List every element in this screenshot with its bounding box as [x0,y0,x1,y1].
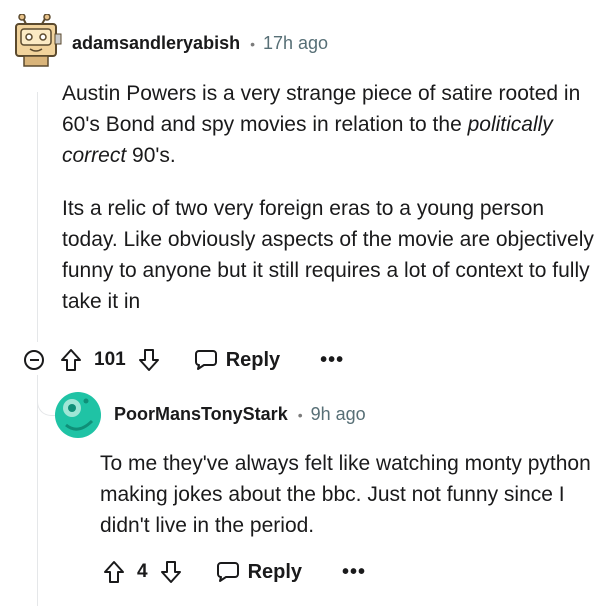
comment-text: 90's. [126,144,176,167]
comment-timestamp[interactable]: 17h ago [263,33,328,54]
vote-controls: 4 [103,560,182,584]
comment-paragraph: Its a relic of two very foreign eras to … [62,197,594,313]
speech-bubble-icon [194,350,217,370]
comment-meta: adamsandleryabish • 17h ago [72,33,328,54]
reply-label: Reply [225,348,281,371]
reply-body: To me they've always felt like watching … [100,448,600,541]
downvote-arrow-icon[interactable] [138,348,160,372]
meta-separator: • [297,406,303,423]
reply-meta: PoorMansTonyStark • 9h ago [114,404,366,425]
robot-avatar-icon [15,14,62,67]
comment-body: Austin Powers is a very strange piece of… [62,78,598,317]
thread-line [37,384,38,606]
default-avatar-icon [55,392,101,438]
avatar[interactable] [54,391,102,439]
reply-username[interactable]: PoorMansTonyStark [114,404,288,425]
comment-paragraph: Austin Powers is a very strange piece of… [62,78,598,171]
reply-button[interactable]: Reply [216,561,302,584]
vote-score: 101 [94,349,126,370]
vote-controls: 101 [60,348,160,372]
upvote-arrow-icon[interactable] [60,348,82,372]
reply-timestamp[interactable]: 9h ago [311,404,366,425]
more-options-button[interactable]: ••• [342,562,366,582]
upvote-arrow-icon[interactable] [103,560,125,584]
minus-icon [29,359,39,361]
speech-bubble-icon [216,562,239,582]
avatar[interactable] [12,14,62,70]
reply-button[interactable]: Reply [194,349,280,372]
comment-username[interactable]: adamsandleryabish [72,33,240,54]
comment-actions: 101 Reply ••• [24,348,344,372]
reply-actions: 4 Reply ••• [103,560,366,584]
more-options-button[interactable]: ••• [320,350,344,370]
vote-score: 4 [137,561,148,582]
meta-separator: • [250,35,255,52]
thread-line [37,92,38,342]
reply-label: Reply [247,560,303,583]
reply-paragraph: To me they've always felt like watching … [100,452,591,537]
downvote-arrow-icon[interactable] [160,560,182,584]
collapse-thread-button[interactable] [24,350,44,370]
